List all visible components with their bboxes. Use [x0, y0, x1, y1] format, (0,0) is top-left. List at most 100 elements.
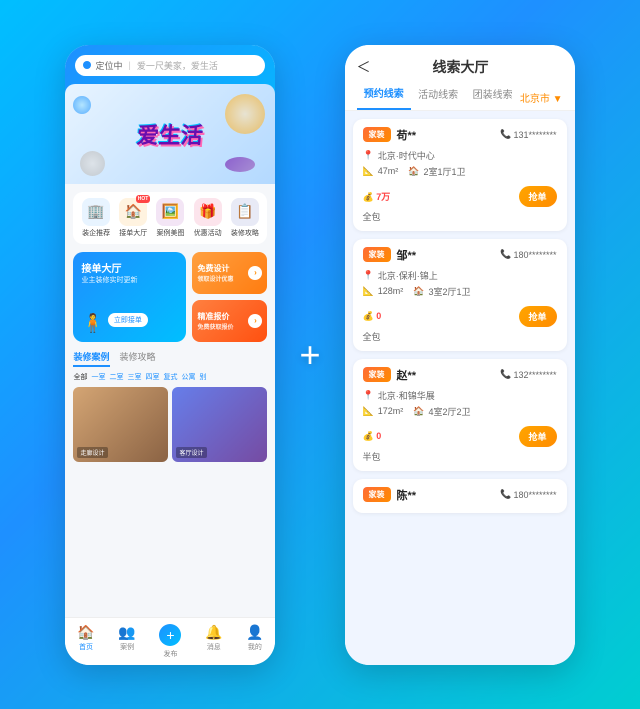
lead-footer-1: 💰 0 抢单 — [363, 306, 557, 327]
main-container: 定位中 | 爱一尺美家，爱生活 爱生活 🏢 装企推荐 — [45, 25, 594, 685]
right-title-row: ＜ 线索大厅 — [357, 57, 563, 77]
case-image-left[interactable]: 走廊设计 — [73, 387, 168, 462]
icon-box-0: 🏢 — [82, 198, 110, 226]
lead-name-1: 邹** — [397, 247, 501, 263]
promo-left: 接单大厅 业主装修实时更新 🧍 立即接单 — [73, 252, 186, 342]
nav-case[interactable]: 👥 案例 — [118, 624, 135, 659]
lead-phone-3: 📞 180******** — [500, 489, 556, 500]
lead-footer-0: 💰 7万 抢单 — [363, 186, 557, 207]
filter-1room[interactable]: 一室 — [91, 372, 105, 382]
banner-ribbon — [225, 157, 255, 172]
lead-price-wrap-2: 💰 0 — [363, 431, 382, 442]
lead-footer-2: 💰 0 抢单 — [363, 426, 557, 447]
lead-rooms-0: 2室1厅1卫 — [423, 165, 465, 178]
lead-rooms-icon-1: 🏠 — [413, 286, 424, 297]
lead-style-1: 全包 — [363, 330, 381, 343]
lead-style-0: 全包 — [363, 210, 381, 223]
lead-area-2: 172m² — [378, 406, 404, 416]
icon-zhuangqi: 🏢 — [87, 203, 104, 220]
lead-card-header-2: 家装 赵** 📞 132******** — [363, 367, 557, 383]
case-image-right[interactable]: 客厅设计 — [172, 387, 267, 462]
banner-text: 爱生活 — [136, 118, 205, 150]
filter-2room[interactable]: 二室 — [109, 372, 123, 382]
lead-card-header-0: 家装 苟** 📞 131******** — [363, 127, 557, 143]
nav-message[interactable]: 🔔 消息 — [205, 624, 222, 659]
lead-style-row-1: 全包 — [363, 330, 557, 343]
filter-all[interactable]: 全部 — [73, 372, 87, 382]
plus-icon: + — [159, 624, 181, 646]
icon-label-0: 装企推荐 — [82, 228, 110, 238]
promo-right-sub-1: 免费获取报价 — [197, 322, 233, 331]
lead-style-row-2: 半包 — [363, 450, 557, 463]
lead-price-0: 7万 — [376, 192, 390, 202]
icon-box-1: 🏠 HOT — [119, 198, 147, 226]
icon-item-3[interactable]: 🎁 优惠活动 — [189, 198, 226, 238]
icon-item-4[interactable]: 📋 装修攻略 — [226, 198, 263, 238]
city-selector[interactable]: 北京市 ▼ — [520, 90, 563, 105]
icon-item-0[interactable]: 🏢 装企推荐 — [77, 198, 114, 238]
arrow-icon-0: › — [248, 266, 262, 280]
lead-area-row-0: 📐 47m² 🏠 2室1厅1卫 — [363, 165, 557, 178]
grab-button-2[interactable]: 抢单 — [519, 426, 557, 447]
filter-4room[interactable]: 四室 — [145, 372, 159, 382]
lead-location-row-2: 📍 北京·和锦华展 — [363, 389, 557, 402]
promo-right: 免费设计 领取设计优惠 › 精准报价 免费获取报价 › — [192, 252, 267, 342]
tab-activity[interactable]: 活动线索 — [411, 86, 465, 109]
promo-right-sub-0: 领取设计优惠 — [197, 274, 233, 283]
lijie-jiedan-button[interactable]: 立即接单 — [108, 313, 148, 327]
filter-apt[interactable]: 公寓 — [181, 372, 195, 382]
filter-3room[interactable]: 三室 — [127, 372, 141, 382]
banner-area: 爱生活 — [65, 84, 275, 184]
tab-booking[interactable]: 预约线索 — [357, 85, 411, 110]
nav-publish[interactable]: + 发布 — [159, 624, 181, 659]
location-dot — [83, 61, 91, 69]
lead-card-2: 家装 赵** 📞 132******** 📍 北京·和锦华展 📐 172m² — [353, 359, 567, 471]
icon-item-2[interactable]: 🖼️ 案例美图 — [152, 198, 189, 238]
filter-more[interactable]: 别 — [199, 372, 206, 382]
lead-card-header-3: 家装 陈** 📞 180******** — [363, 487, 557, 503]
location-icon-0: 📍 — [363, 150, 374, 161]
case-tab-0[interactable]: 装修案例 — [73, 350, 109, 367]
lead-type-badge-3: 家装 — [363, 487, 391, 502]
back-button[interactable]: ＜ — [357, 57, 371, 77]
phone-right: ＜ 线索大厅 预约线索 活动线索 团装线索 北京市 ▼ 家装 苟** 📞 131… — [345, 45, 575, 665]
icon-box-3: 🎁 — [194, 198, 222, 226]
tab-group[interactable]: 团装线索 — [465, 86, 519, 109]
icon-gonglue: 📋 — [236, 203, 253, 220]
lead-location-row-0: 📍 北京·时代中心 — [363, 149, 557, 162]
lead-location-1: 北京·保利·锦上 — [378, 269, 438, 282]
lead-card-3: 家装 陈** 📞 180******** — [353, 479, 567, 513]
lead-phone-1: 📞 180******** — [500, 249, 556, 260]
lead-info-1: 📍 北京·保利·锦上 📐 128m² 🏠 3室2厅1卫 💰 0 — [363, 269, 557, 343]
icon-item-1[interactable]: 🏠 HOT 接单大厅 — [115, 198, 152, 238]
case-tab-1[interactable]: 装修攻略 — [120, 350, 156, 367]
promo-card-0[interactable]: 免费设计 领取设计优惠 › — [192, 252, 267, 294]
plus-sign: + — [299, 334, 320, 376]
nav-home[interactable]: 🏠 首页 — [77, 624, 94, 659]
filter-duplex[interactable]: 复式 — [163, 372, 177, 382]
phone-icon-2: 📞 — [500, 369, 511, 380]
lead-rooms-2: 4室2厅2卫 — [428, 405, 470, 418]
home-icon: 🏠 — [77, 624, 94, 641]
icon-label-4: 装修攻略 — [231, 228, 259, 238]
search-placeholder-text: 爱一尺美家，爱生活 — [137, 59, 218, 72]
lead-location-0: 北京·时代中心 — [378, 149, 435, 162]
lead-price-wrap-1: 💰 0 — [363, 311, 382, 322]
lead-rooms-1: 3室2厅1卫 — [428, 285, 470, 298]
banner-sphere1 — [73, 96, 91, 114]
promo-left-title: 接单大厅 — [81, 260, 178, 275]
divider: | — [129, 60, 131, 70]
lead-info-2: 📍 北京·和锦华展 📐 172m² 🏠 4室2厅2卫 💰 0 — [363, 389, 557, 463]
promo-card-1[interactable]: 精准报价 免费获取报价 › — [192, 300, 267, 342]
price-icon-2: 💰 — [363, 431, 374, 441]
phone-icon-1: 📞 — [500, 249, 511, 260]
case-label-left: 走廊设计 — [77, 447, 107, 458]
lead-name-2: 赵** — [397, 367, 501, 383]
lead-location-row-1: 📍 北京·保利·锦上 — [363, 269, 557, 282]
grab-button-0[interactable]: 抢单 — [519, 186, 557, 207]
hot-badge: HOT — [136, 195, 151, 203]
lead-area-row-1: 📐 128m² 🏠 3室2厅1卫 — [363, 285, 557, 298]
nav-mine[interactable]: 👤 我的 — [246, 624, 263, 659]
page-title: 线索大厅 — [379, 57, 543, 77]
grab-button-1[interactable]: 抢单 — [519, 306, 557, 327]
